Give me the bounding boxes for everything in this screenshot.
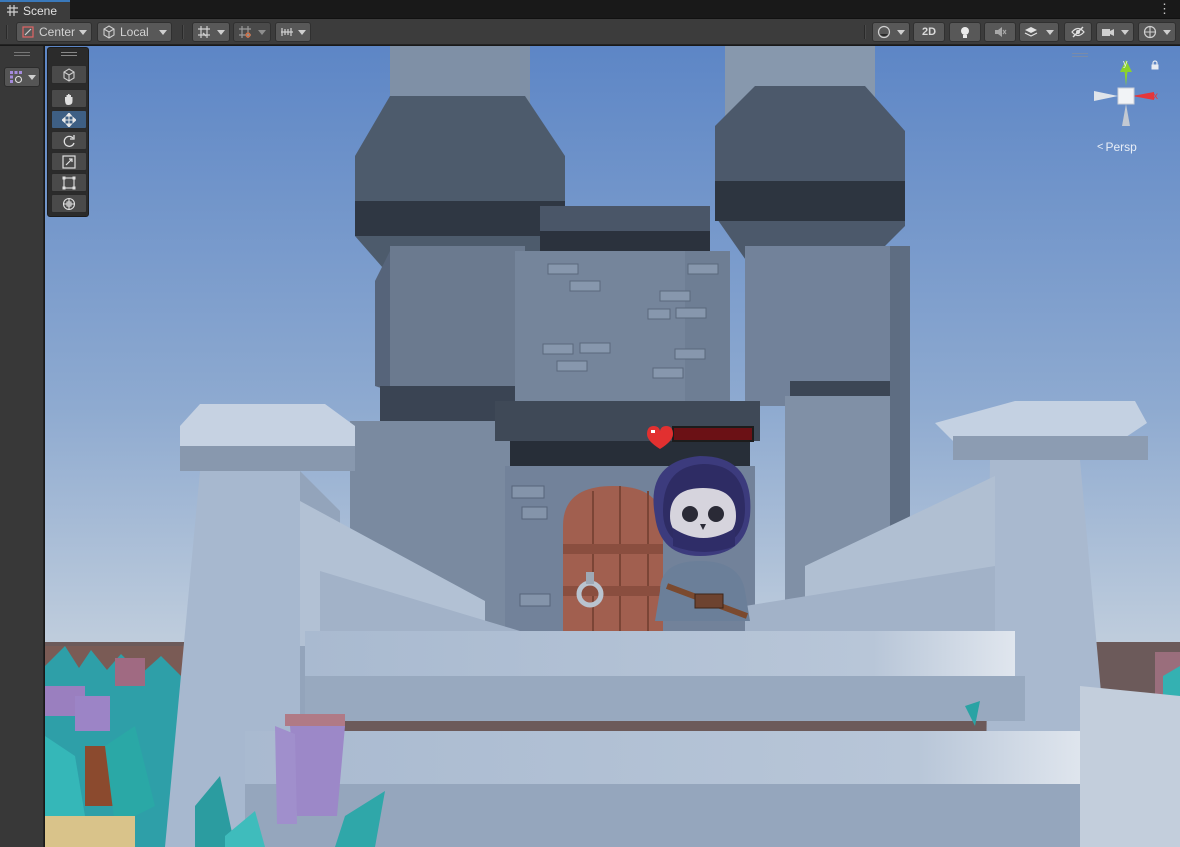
overlays-menu-button[interactable]	[4, 67, 40, 87]
chevron-down-icon	[1163, 29, 1171, 35]
hooded-skull-character	[653, 456, 751, 621]
drag-handle-icon[interactable]	[14, 52, 30, 56]
chevron-down-icon	[1046, 29, 1054, 35]
grid-increment-icon	[239, 26, 251, 38]
toolbar-separator	[6, 25, 8, 39]
chevron-down-icon	[79, 29, 88, 35]
pivot-rotation-label: Local	[120, 25, 149, 39]
overlay-side-strip	[0, 46, 44, 847]
draw-mode-dropdown[interactable]	[872, 22, 910, 42]
pivot-mode-dropdown[interactable]: Center	[16, 22, 92, 42]
tools-overlay	[47, 47, 89, 217]
effects-dropdown[interactable]	[1019, 22, 1059, 42]
chevron-down-icon	[217, 29, 225, 35]
grid-visibility-dropdown[interactable]	[192, 22, 230, 42]
tool-context-button[interactable]	[51, 65, 87, 84]
castle-door	[563, 486, 663, 631]
flower-field-left	[45, 646, 185, 847]
tab-scene[interactable]: Scene	[0, 0, 70, 19]
toggle-2d-label: 2D	[921, 26, 937, 38]
rotate-tool-button[interactable]	[51, 131, 87, 150]
chevron-down-icon	[159, 29, 167, 35]
gizmo-x-label: x	[1153, 91, 1158, 102]
scene-viewport[interactable]	[45, 46, 1180, 847]
transform-tool-button[interactable]	[51, 194, 87, 213]
local-cube-icon	[103, 25, 115, 39]
gizmo-y-label: y	[1123, 58, 1128, 68]
move-arrows-icon	[62, 112, 76, 127]
overlay-grid-icon	[10, 71, 23, 84]
toolbar-separator	[182, 25, 184, 39]
align-snap-button[interactable]	[275, 22, 311, 42]
camera-icon	[1102, 29, 1114, 36]
scene-lighting-toggle[interactable]	[949, 22, 981, 42]
pivot-mode-label: Center	[39, 25, 76, 39]
chevron-down-icon	[298, 29, 306, 35]
scene-toolbar: Center Local 2D	[0, 19, 1180, 45]
chevron-down-icon	[1121, 29, 1129, 35]
tab-label: Scene	[23, 3, 58, 18]
camera-settings-dropdown[interactable]	[1096, 22, 1134, 42]
pivot-rotation-dropdown[interactable]: Local	[97, 22, 172, 42]
transform-icon	[62, 197, 76, 210]
chevron-down-icon	[897, 29, 905, 35]
rect-transform-icon	[62, 176, 76, 189]
eye-slash-icon	[1071, 26, 1085, 38]
chevron-down-icon	[258, 29, 266, 35]
layers-effects-icon	[1024, 27, 1038, 37]
scene-render	[45, 46, 1180, 847]
grid-snap-icon	[198, 26, 210, 38]
gizmo-globe-icon	[1143, 25, 1157, 39]
cube-icon	[63, 67, 75, 82]
shading-sphere-icon	[877, 25, 891, 39]
rect-tool-button[interactable]	[51, 173, 87, 192]
light-bulb-icon	[961, 27, 969, 38]
snap-increment-dropdown[interactable]	[233, 22, 271, 42]
scale-tool-button[interactable]	[51, 152, 87, 171]
more-options-icon[interactable]: ⋮	[1158, 2, 1171, 16]
view-tool-button[interactable]	[51, 89, 87, 108]
move-tool-button[interactable]	[51, 110, 87, 129]
orientation-gizmo[interactable]: x y	[1090, 58, 1162, 130]
gizmos-dropdown[interactable]	[1138, 22, 1176, 42]
ruler-icon	[281, 28, 293, 36]
drag-handle-icon[interactable]	[1072, 53, 1088, 57]
rotate-icon	[63, 134, 75, 147]
toggle-2d-button[interactable]: 2D	[913, 22, 945, 42]
scale-icon	[62, 154, 76, 169]
hidden-objects-toggle[interactable]	[1064, 22, 1092, 42]
chevron-down-icon	[28, 74, 36, 80]
projection-label: Persp	[1105, 140, 1137, 154]
drag-handle-icon[interactable]	[61, 52, 77, 56]
toolbar-separator	[864, 25, 866, 39]
window-tab-bar: Scene ⋮	[0, 0, 1180, 19]
grid-hash-icon	[7, 5, 18, 16]
projection-toggle[interactable]: < Persp	[1097, 140, 1137, 154]
hand-icon	[65, 93, 73, 105]
chevron-left-icon: <	[1097, 141, 1104, 153]
pivot-center-icon	[22, 26, 34, 38]
scene-audio-toggle[interactable]	[984, 22, 1016, 42]
speaker-mute-icon	[995, 27, 1007, 37]
